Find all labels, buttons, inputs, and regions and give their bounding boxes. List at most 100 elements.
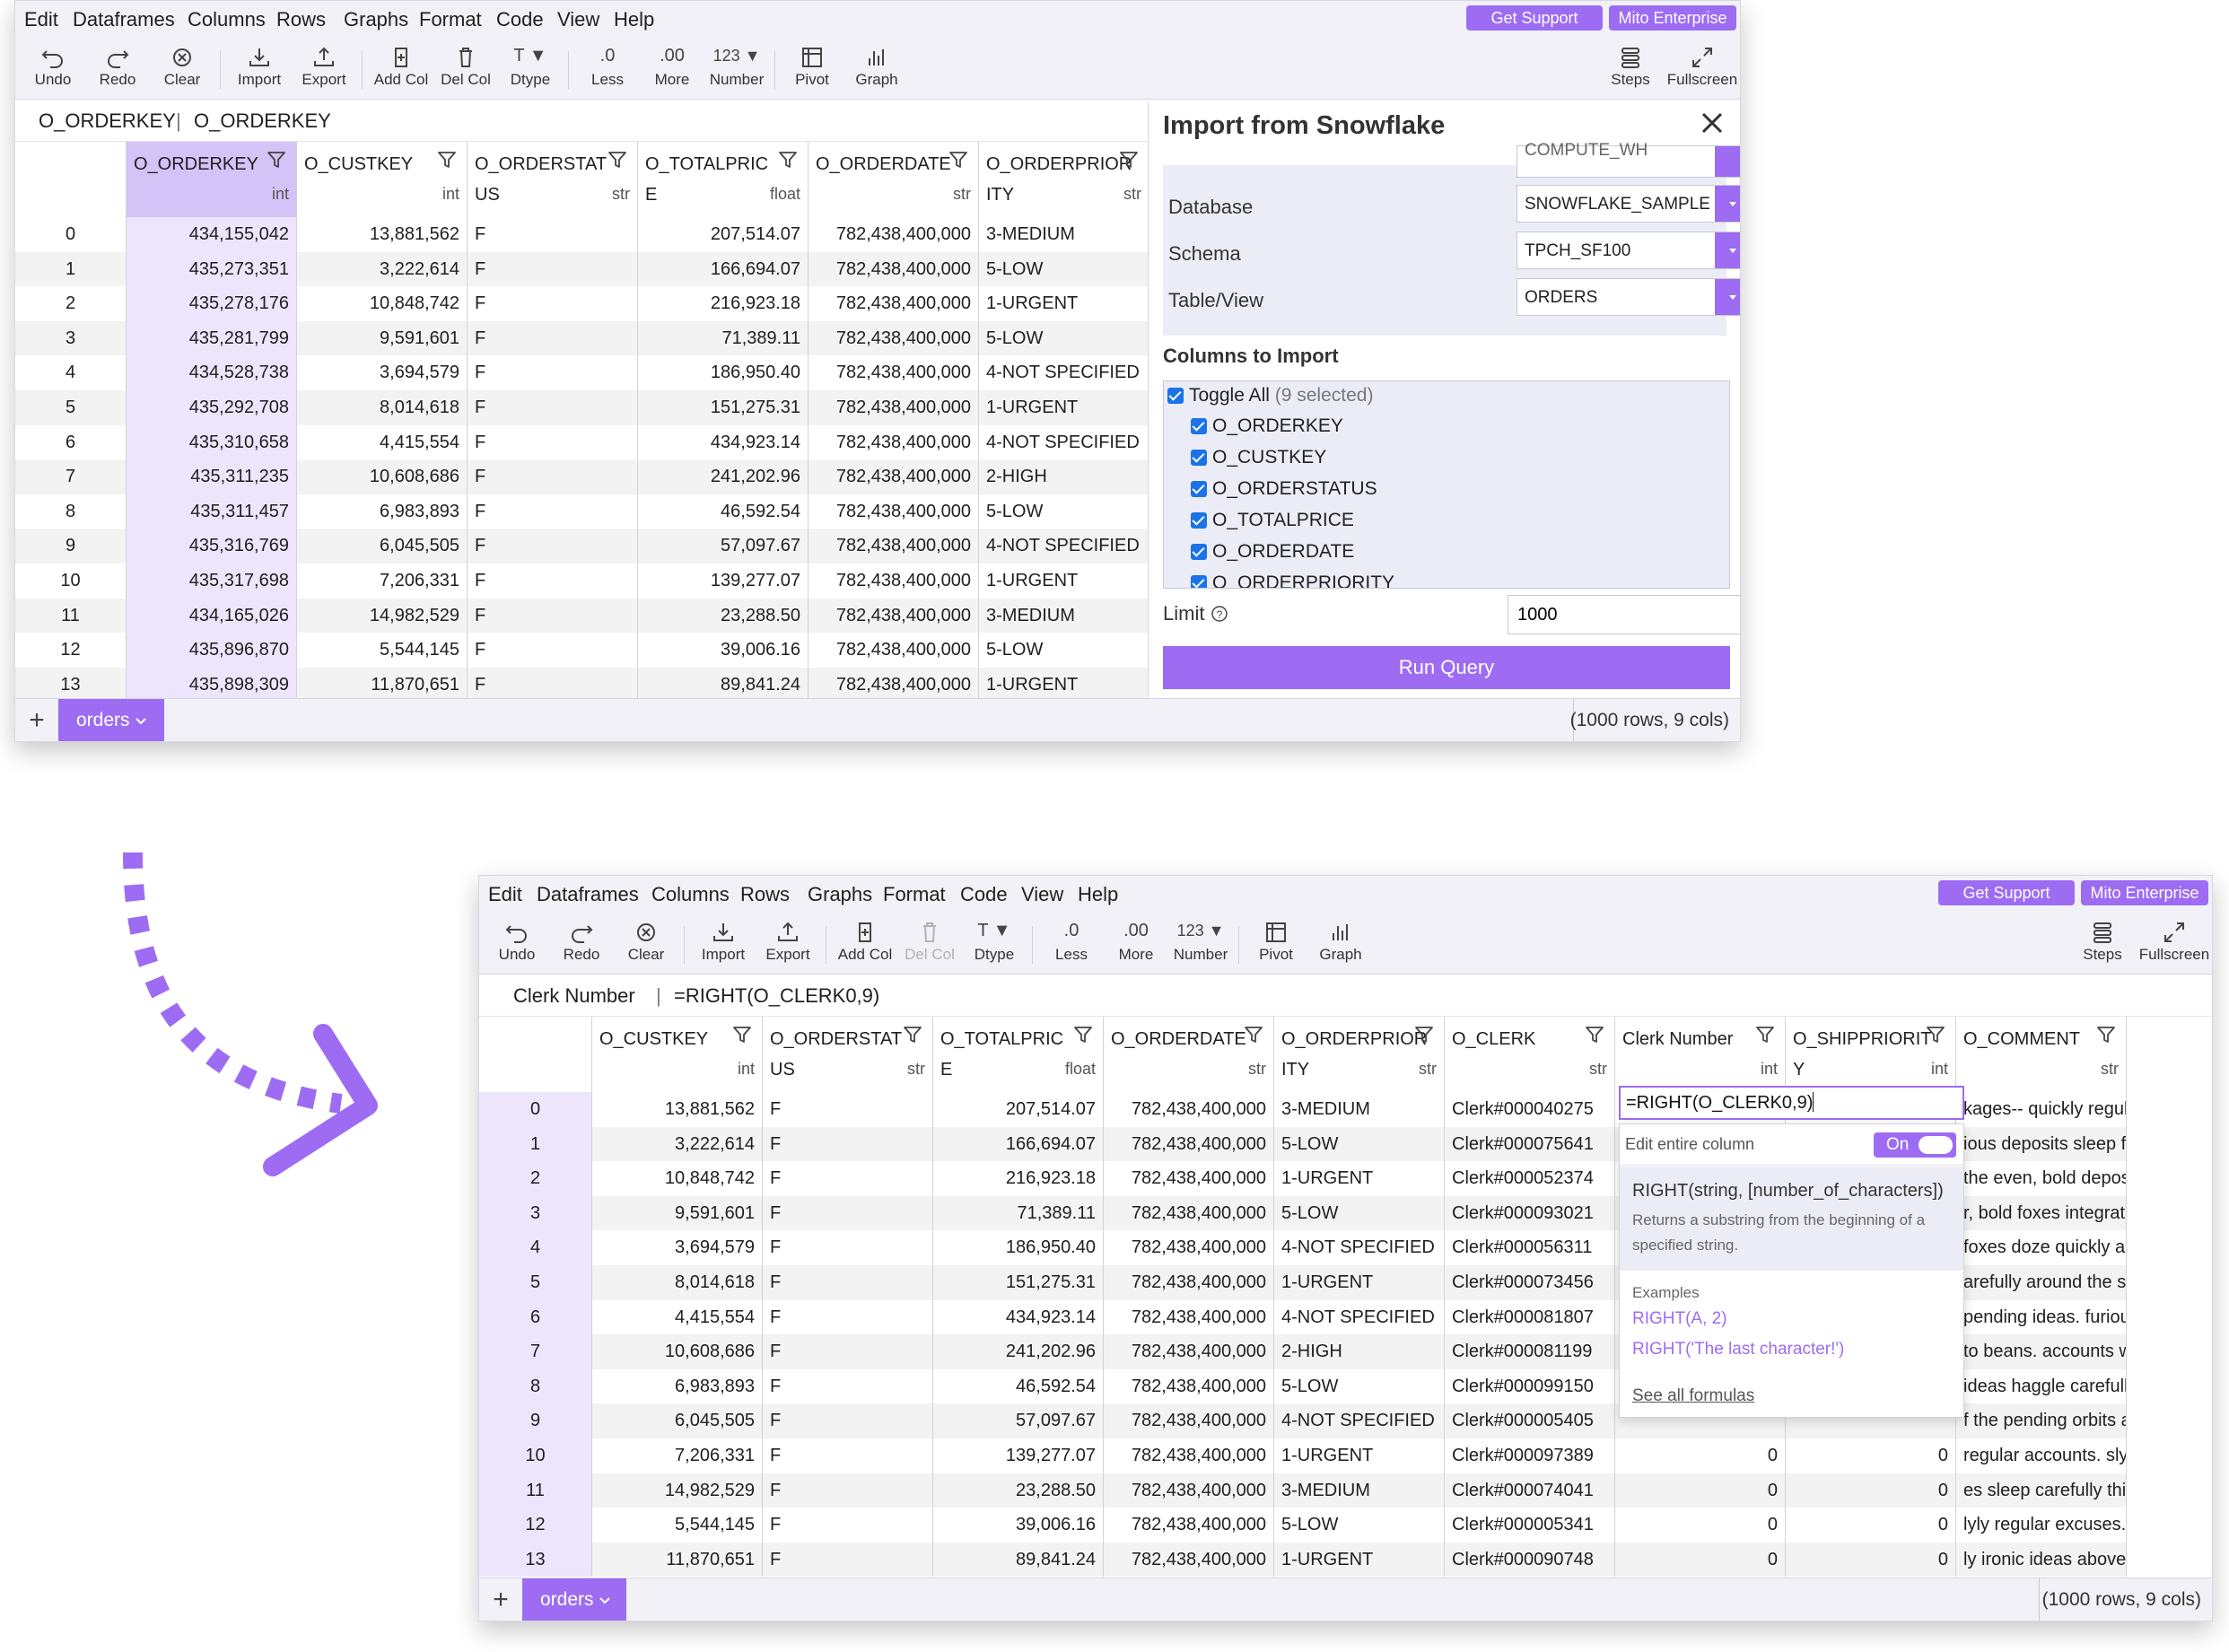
table-cell[interactable]: to beans. accounts w: [1956, 1334, 2127, 1369]
dtype-button[interactable]: T ▼ Dtype: [498, 42, 563, 96]
table-cell[interactable]: 23,288.50: [638, 598, 809, 634]
table-cell[interactable]: F: [763, 1126, 933, 1162]
mito-enterprise-button[interactable]: Mito Enterprise: [2081, 880, 2208, 905]
menu-dataframes[interactable]: Dataframes: [537, 883, 639, 906]
import-button[interactable]: Import: [227, 42, 292, 96]
menu-graphs[interactable]: Graphs: [344, 8, 408, 31]
warehouse-select[interactable]: COMPUTE_WH: [1517, 141, 1740, 178]
table-cell[interactable]: F: [468, 459, 638, 494]
table-cell[interactable]: r, bold foxes integrate: [1956, 1195, 2127, 1231]
del-col-button[interactable]: Del Col: [433, 42, 498, 96]
table-cell[interactable]: 3-MEDIUM: [1274, 1473, 1445, 1508]
table-cell[interactable]: 782,438,400,000: [1104, 1265, 1274, 1300]
clear-button[interactable]: Clear: [614, 917, 678, 971]
graph-button[interactable]: Graph: [844, 42, 909, 96]
table-cell[interactable]: 782,438,400,000: [809, 217, 979, 252]
table-cell[interactable]: 782,438,400,000: [809, 564, 979, 599]
import-button[interactable]: Import: [691, 917, 756, 971]
table-cell[interactable]: 7,206,331: [592, 1438, 763, 1473]
table-cell[interactable]: F: [763, 1473, 933, 1508]
table-cell[interactable]: 9,591,601: [592, 1195, 763, 1231]
table-cell[interactable]: 7,206,331: [297, 564, 468, 599]
filter-icon[interactable]: [948, 149, 969, 170]
table-cell[interactable]: 11,870,651: [297, 667, 468, 703]
table-cell[interactable]: 139,277.07: [638, 564, 809, 599]
menu-edit[interactable]: Edit: [488, 883, 522, 906]
table-cell[interactable]: 0: [1786, 1473, 1956, 1508]
table-cell[interactable]: 71,389.11: [933, 1195, 1104, 1231]
table-cell[interactable]: Clerk#000075641: [1445, 1126, 1615, 1162]
table-cell[interactable]: 3,222,614: [297, 251, 468, 287]
filter-icon[interactable]: [266, 149, 287, 170]
table-cell[interactable]: 4-NOT SPECIFIED: [979, 355, 1149, 390]
table-cell[interactable]: 57,097.67: [638, 529, 809, 564]
filter-icon[interactable]: [436, 149, 458, 170]
column-header[interactable]: O_TOTALPRIC Efloat: [638, 142, 809, 217]
column-header[interactable]: O_ORDERDATE str: [1104, 1017, 1274, 1092]
table-cell[interactable]: Clerk#000099150: [1445, 1368, 1615, 1404]
close-icon[interactable]: [1699, 109, 1726, 136]
table-cell[interactable]: 0: [1786, 1508, 1956, 1543]
table-cell[interactable]: Clerk#000081199: [1445, 1334, 1615, 1369]
menu-code[interactable]: Code: [960, 883, 1008, 906]
table-cell[interactable]: 5-LOW: [979, 494, 1149, 529]
table-cell[interactable]: F: [763, 1403, 933, 1438]
export-button[interactable]: Export: [292, 42, 356, 96]
table-cell[interactable]: Clerk#000056311: [1445, 1230, 1615, 1265]
table-cell[interactable]: 782,438,400,000: [1104, 1230, 1274, 1265]
table-cell[interactable]: 435,281,799: [127, 320, 297, 356]
table-cell[interactable]: F: [468, 564, 638, 599]
table-cell[interactable]: 4,415,554: [297, 424, 468, 460]
table-cell[interactable]: F: [468, 529, 638, 564]
help-icon[interactable]: ?: [1211, 605, 1228, 623]
table-cell[interactable]: 782,438,400,000: [1104, 1508, 1274, 1543]
filter-icon[interactable]: [1118, 149, 1140, 170]
table-cell[interactable]: lyly regular excuses. t: [1956, 1508, 2127, 1543]
table-cell[interactable]: 39,006.16: [638, 633, 809, 668]
menu-view[interactable]: View: [557, 8, 599, 31]
table-cell[interactable]: 782,438,400,000: [1104, 1403, 1274, 1438]
add-col-button[interactable]: Add Col: [369, 42, 433, 96]
table-cell[interactable]: F: [468, 424, 638, 460]
table-view-select[interactable]: ORDERS: [1517, 278, 1740, 316]
table-cell[interactable]: kages-- quickly regula: [1956, 1092, 2127, 1127]
table-cell[interactable]: 5,544,145: [592, 1508, 763, 1543]
column-checkbox[interactable]: O_ORDERKEY: [1191, 415, 1343, 437]
table-cell[interactable]: 782,438,400,000: [809, 355, 979, 390]
table-cell[interactable]: F: [468, 633, 638, 668]
table-cell[interactable]: 6,983,893: [297, 494, 468, 529]
column-checkbox[interactable]: O_ORDERDATE: [1191, 541, 1354, 563]
table-cell[interactable]: 166,694.07: [933, 1126, 1104, 1162]
dtype-button[interactable]: T ▼ Dtype: [962, 917, 1027, 971]
table-cell[interactable]: 57,097.67: [933, 1403, 1104, 1438]
table-cell[interactable]: 434,165,026: [127, 598, 297, 634]
table-cell[interactable]: es sleep carefully thir: [1956, 1473, 2127, 1508]
example-item[interactable]: RIGHT('The last character!'): [1632, 1340, 1844, 1359]
table-cell[interactable]: 0: [1786, 1542, 1956, 1578]
graph-button[interactable]: Graph: [1308, 917, 1373, 971]
table-cell[interactable]: 0: [1615, 1508, 1786, 1543]
table-cell[interactable]: F: [763, 1438, 933, 1473]
mito-enterprise-button[interactable]: Mito Enterprise: [1609, 5, 1736, 31]
table-cell[interactable]: 782,438,400,000: [809, 633, 979, 668]
column-checkbox[interactable]: O_ORDERPRIORITY: [1191, 573, 1394, 588]
table-cell[interactable]: 10,848,742: [297, 286, 468, 321]
table-cell[interactable]: 435,310,658: [127, 424, 297, 460]
example-item[interactable]: RIGHT(A, 2): [1632, 1309, 1727, 1329]
schema-select[interactable]: TPCH_SF100: [1517, 232, 1740, 269]
table-cell[interactable]: 5-LOW: [1274, 1195, 1445, 1231]
table-cell[interactable]: 434,528,738: [127, 355, 297, 390]
less-decimals-button[interactable]: .0 Less: [575, 42, 640, 96]
table-cell[interactable]: 5-LOW: [1274, 1508, 1445, 1543]
table-cell[interactable]: 151,275.31: [933, 1265, 1104, 1300]
table-cell[interactable]: 207,514.07: [933, 1092, 1104, 1127]
table-cell[interactable]: Clerk#000090748: [1445, 1542, 1615, 1578]
table-cell[interactable]: 5,544,145: [297, 633, 468, 668]
column-header[interactable]: O_ORDERPRIOR ITY str: [1274, 1017, 1445, 1092]
column-header[interactable]: O_ORDERKEY int: [127, 142, 297, 217]
filter-icon[interactable]: [902, 1024, 923, 1045]
table-cell[interactable]: Clerk#000073456: [1445, 1265, 1615, 1300]
table-cell[interactable]: 46,592.54: [933, 1368, 1104, 1404]
add-sheet-icon[interactable]: +: [479, 1578, 522, 1621]
export-button[interactable]: Export: [756, 917, 820, 971]
